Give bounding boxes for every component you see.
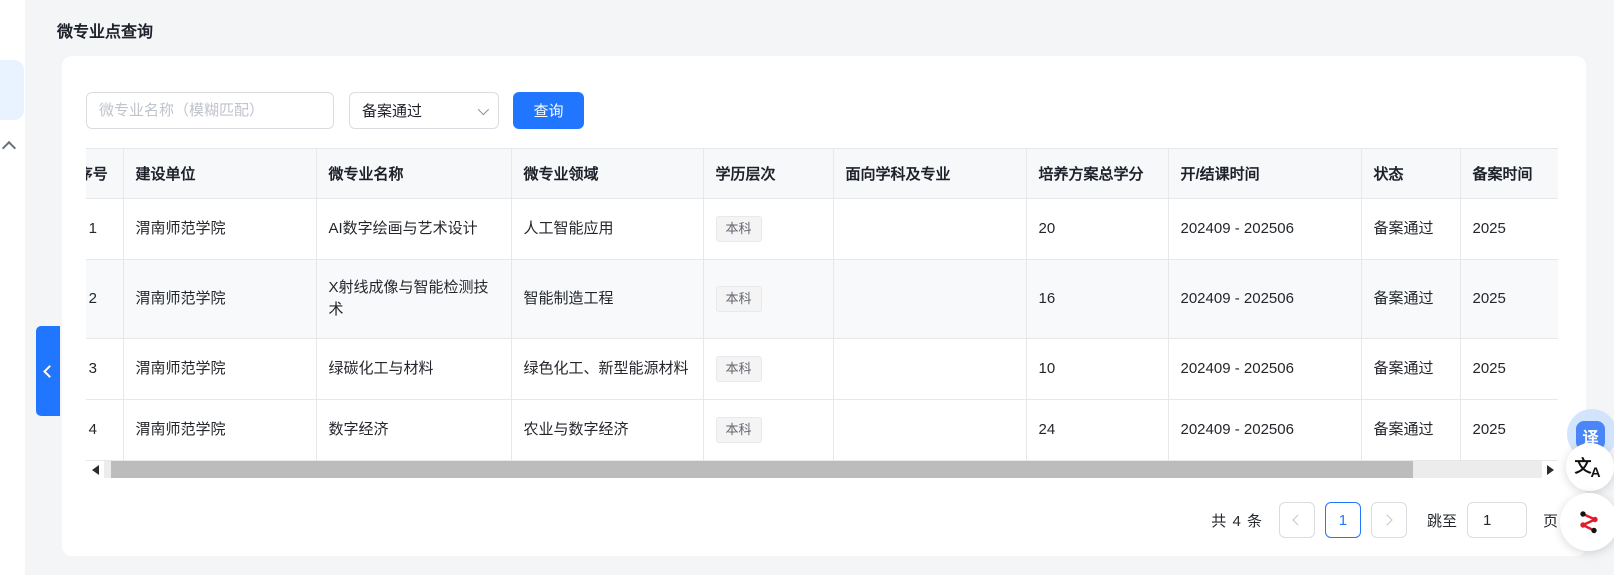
table-cell-majors [833, 260, 1026, 339]
table-cell-field: 农业与数字经济 [511, 399, 703, 460]
table-cell-credits: 16 [1026, 260, 1168, 339]
table-header-row: 序号建设单位微专业名称微专业领域学历层次面向学科及专业培养方案总学分开/结课时间… [86, 149, 1558, 199]
table-row: 2渭南师范学院X射线成像与智能检测技术智能制造工程本科 16202409 - 20… [86, 260, 1558, 339]
table-cell-status: 备案通过 [1361, 338, 1460, 399]
filter-bar: 备案通过 查询 [86, 92, 1558, 129]
scroll-left-arrow-icon[interactable] [92, 465, 99, 475]
table-cell-level: 本科 [703, 338, 833, 399]
sidebar-active-item[interactable] [0, 60, 24, 120]
molecule-graph-icon [1575, 508, 1603, 536]
table-cell-credits: 24 [1026, 399, 1168, 460]
chevron-left-icon [43, 365, 56, 378]
table-cell-org: 渭南师范学院 [123, 199, 316, 260]
table-cell-index: 1 [86, 199, 123, 260]
table-cell-name: 数字经济 [316, 399, 511, 460]
table-cell-index: 4 [86, 399, 123, 460]
column-header: 微专业领域 [511, 149, 703, 199]
jump-label: 跳至 [1427, 510, 1457, 531]
table-row: 3渭南师范学院绿碳化工与材料绿色化工、新型能源材料本科 10202409 - 20… [86, 338, 1558, 399]
table-cell-record: 2025 [1460, 399, 1558, 460]
level-tag: 本科 [716, 286, 762, 312]
table-cell-org: 渭南师范学院 [123, 399, 316, 460]
table-cell-level: 本科 [703, 399, 833, 460]
table-cell-name: 绿碳化工与材料 [316, 338, 511, 399]
table-cell-record: 2025 [1460, 199, 1558, 260]
table-cell-record: 2025 [1460, 260, 1558, 339]
table-cell-org: 渭南师范学院 [123, 260, 316, 339]
scrollbar-track[interactable] [104, 461, 1542, 478]
table-row: 1渭南师范学院AI数字绘画与艺术设计人工智能应用本科 20202409 - 202… [86, 199, 1558, 260]
table-cell-level: 本科 [703, 260, 833, 339]
table-cell-status: 备案通过 [1361, 399, 1460, 460]
level-tag: 本科 [716, 216, 762, 242]
table-scroll-area: 序号建设单位微专业名称微专业领域学历层次面向学科及专业培养方案总学分开/结课时间… [86, 148, 1558, 461]
chevron-left-icon [1293, 514, 1304, 525]
table-cell-majors [833, 199, 1026, 260]
molecule-extension-icon[interactable] [1560, 493, 1614, 551]
table-cell-org: 渭南师范学院 [123, 338, 316, 399]
page-unit-label: 页 [1543, 510, 1558, 531]
table-cell-index: 2 [86, 260, 123, 339]
table-cell-field: 人工智能应用 [511, 199, 703, 260]
table-cell-credits: 10 [1026, 338, 1168, 399]
chevron-right-icon [1382, 514, 1393, 525]
table-cell-time: 202409 - 202506 [1168, 199, 1361, 260]
scrollbar-thumb[interactable] [111, 461, 1412, 478]
search-input[interactable] [86, 92, 334, 129]
level-tag: 本科 [716, 356, 762, 382]
column-header: 学历层次 [703, 149, 833, 199]
status-select-value: 备案通过 [362, 100, 422, 121]
table-row: 4渭南师范学院数字经济农业与数字经济本科 24202409 - 202506备案通… [86, 399, 1558, 460]
next-page-button[interactable] [1371, 502, 1407, 538]
column-header: 开/结课时间 [1168, 149, 1361, 199]
results-table: 序号建设单位微专业名称微专业领域学历层次面向学科及专业培养方案总学分开/结课时间… [86, 148, 1558, 461]
chevron-down-icon [478, 103, 489, 114]
scroll-right-arrow-icon[interactable] [1547, 465, 1554, 475]
table-cell-index: 3 [86, 338, 123, 399]
total-count: 共 4 条 [1211, 510, 1263, 531]
column-header: 面向学科及专业 [833, 149, 1026, 199]
pagination: 共 4 条 1 跳至 页 [86, 502, 1558, 538]
column-header: 微专业名称 [316, 149, 511, 199]
table-cell-level: 本科 [703, 199, 833, 260]
column-header: 序号 [86, 149, 123, 199]
left-sidebar [0, 0, 25, 575]
table-cell-time: 202409 - 202506 [1168, 399, 1361, 460]
table-cell-status: 备案通过 [1361, 199, 1460, 260]
column-header: 备案时间 [1460, 149, 1558, 199]
chevron-up-icon[interactable] [2, 141, 16, 155]
google-translate-icon[interactable]: 文A [1566, 443, 1614, 491]
table-cell-field: 绿色化工、新型能源材料 [511, 338, 703, 399]
table-cell-record: 2025 [1460, 338, 1558, 399]
table-cell-majors [833, 338, 1026, 399]
table-cell-majors [833, 399, 1026, 460]
query-button[interactable]: 查询 [513, 92, 584, 129]
query-card: 备案通过 查询 序号建设单位微专业名称微专业领域学历层次面向学科及专业培养方案总… [62, 56, 1586, 556]
table-cell-status: 备案通过 [1361, 260, 1460, 339]
table-cell-time: 202409 - 202506 [1168, 338, 1361, 399]
table-cell-field: 智能制造工程 [511, 260, 703, 339]
status-select[interactable]: 备案通过 [349, 92, 499, 129]
drawer-collapse-handle[interactable] [36, 326, 60, 416]
column-header: 建设单位 [123, 149, 316, 199]
jump-page-input[interactable] [1467, 502, 1527, 538]
current-page-button[interactable]: 1 [1325, 502, 1361, 538]
table-cell-name: AI数字绘画与艺术设计 [316, 199, 511, 260]
table-cell-time: 202409 - 202506 [1168, 260, 1361, 339]
table-cell-credits: 20 [1026, 199, 1168, 260]
level-tag: 本科 [716, 417, 762, 443]
column-header: 状态 [1361, 149, 1460, 199]
page-title: 微专业点查询 [57, 18, 153, 42]
column-header: 培养方案总学分 [1026, 149, 1168, 199]
prev-page-button[interactable] [1279, 502, 1315, 538]
table-cell-name: X射线成像与智能检测技术 [316, 260, 511, 339]
horizontal-scrollbar[interactable] [86, 461, 1558, 478]
